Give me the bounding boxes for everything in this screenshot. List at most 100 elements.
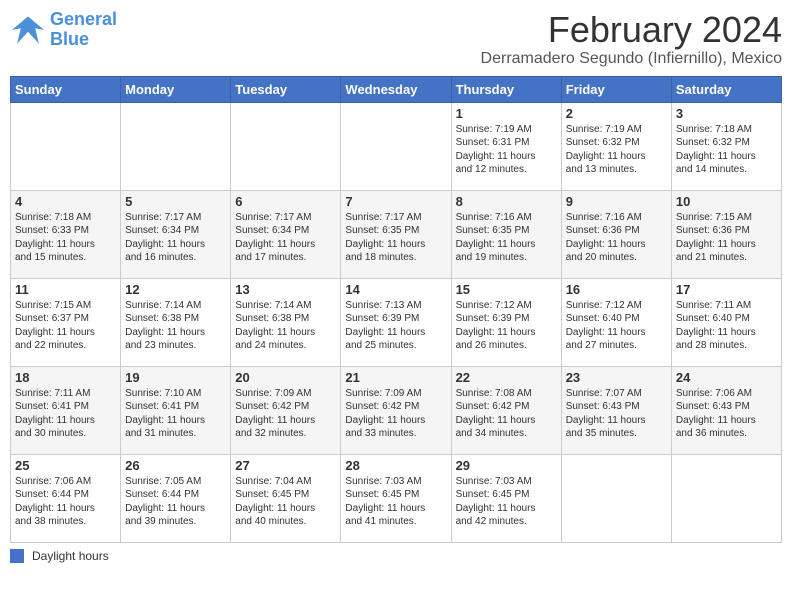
day-number: 28 (345, 458, 446, 473)
day-info: Sunrise: 7:06 AM Sunset: 6:43 PM Dayligh… (676, 387, 777, 441)
calendar-cell (11, 102, 121, 190)
calendar-cell: 27Sunrise: 7:04 AM Sunset: 6:45 PM Dayli… (231, 454, 341, 542)
calendar-cell: 5 Sunrise: 7:17 AM Sunset: 6:34 PM Daylig… (121, 190, 231, 278)
calendar-cell: 25Sunrise: 7:06 AM Sunset: 6:44 PM Dayli… (11, 454, 121, 542)
calendar-cell: 29 Sunrise: 7:03 AM Sunset: 6:45 PM Dayli… (451, 454, 561, 542)
day-info: Sunrise: 7:18 AM Sunset: 6:33 PM Dayligh… (15, 211, 116, 265)
day-number: 3 (676, 106, 777, 121)
day-info: Sunrise: 7:16 AM Sunset: 6:36 PM Dayligh… (566, 211, 667, 265)
col-header-sunday: Sunday (11, 76, 121, 102)
day-number: 18 (15, 370, 116, 385)
day-info: Sunrise: 7:17 AM Sunset: 6:35 PM Dayligh… (345, 211, 446, 265)
day-number: 17 (676, 282, 777, 297)
calendar-cell: 19Sunrise: 7:10 AM Sunset: 6:41 PM Dayli… (121, 366, 231, 454)
month-title: February 2024 (481, 10, 782, 50)
day-number: 5 (125, 194, 226, 209)
day-number: 24 (676, 370, 777, 385)
day-number: 8 (456, 194, 557, 209)
col-header-thursday: Thursday (451, 76, 561, 102)
day-number: 2 (566, 106, 667, 121)
day-info: Sunrise: 7:17 AM Sunset: 6:34 PM Dayligh… (125, 211, 226, 265)
week-row-2: 4 Sunrise: 7:18 AM Sunset: 6:33 PM Daylig… (11, 190, 782, 278)
calendar-cell: 8 Sunrise: 7:16 AM Sunset: 6:35 PM Daylig… (451, 190, 561, 278)
day-info: Sunrise: 7:19 AM Sunset: 6:32 PM Dayligh… (566, 123, 667, 177)
day-number: 11 (15, 282, 116, 297)
day-info: Sunrise: 7:13 AM Sunset: 6:39 PM Dayligh… (345, 299, 446, 353)
day-number: 16 (566, 282, 667, 297)
calendar-cell: 18 Sunrise: 7:11 AM Sunset: 6:41 PM Dayli… (11, 366, 121, 454)
day-info: Sunrise: 7:15 AM Sunset: 6:37 PM Dayligh… (15, 299, 116, 353)
calendar-cell: 3 Sunrise: 7:18 AM Sunset: 6:32 PM Daylig… (671, 102, 781, 190)
day-number: 4 (15, 194, 116, 209)
calendar-cell: 16 Sunrise: 7:12 AM Sunset: 6:40 PM Dayli… (561, 278, 671, 366)
week-row-1: 1 Sunrise: 7:19 AM Sunset: 6:31 PM Daylig… (11, 102, 782, 190)
day-number: 26 (125, 458, 226, 473)
day-number: 10 (676, 194, 777, 209)
day-info: Sunrise: 7:07 AM Sunset: 6:43 PM Dayligh… (566, 387, 667, 441)
calendar-cell: 17Sunrise: 7:11 AM Sunset: 6:40 PM Dayli… (671, 278, 781, 366)
day-number: 14 (345, 282, 446, 297)
calendar-cell: 20Sunrise: 7:09 AM Sunset: 6:42 PM Dayli… (231, 366, 341, 454)
calendar-header: SundayMondayTuesdayWednesdayThursdayFrid… (11, 76, 782, 102)
day-info: Sunrise: 7:03 AM Sunset: 6:45 PM Dayligh… (456, 475, 557, 529)
week-row-3: 11 Sunrise: 7:15 AM Sunset: 6:37 PM Dayli… (11, 278, 782, 366)
day-info: Sunrise: 7:19 AM Sunset: 6:31 PM Dayligh… (456, 123, 557, 177)
calendar-cell: 24 Sunrise: 7:06 AM Sunset: 6:43 PM Dayli… (671, 366, 781, 454)
calendar-table: SundayMondayTuesdayWednesdayThursdayFrid… (10, 76, 782, 543)
col-header-tuesday: Tuesday (231, 76, 341, 102)
day-info: Sunrise: 7:10 AM Sunset: 6:41 PM Dayligh… (125, 387, 226, 441)
calendar-cell: 2 Sunrise: 7:19 AM Sunset: 6:32 PM Daylig… (561, 102, 671, 190)
calendar-cell: 4 Sunrise: 7:18 AM Sunset: 6:33 PM Daylig… (11, 190, 121, 278)
calendar-cell: 6 Sunrise: 7:17 AM Sunset: 6:34 PM Daylig… (231, 190, 341, 278)
day-number: 23 (566, 370, 667, 385)
calendar-cell: 22Sunrise: 7:08 AM Sunset: 6:42 PM Dayli… (451, 366, 561, 454)
calendar-cell: 13 Sunrise: 7:14 AM Sunset: 6:38 PM Dayli… (231, 278, 341, 366)
calendar-cell: 10 Sunrise: 7:15 AM Sunset: 6:36 PM Dayli… (671, 190, 781, 278)
day-number: 12 (125, 282, 226, 297)
day-number: 6 (235, 194, 336, 209)
day-info: Sunrise: 7:04 AM Sunset: 6:45 PM Dayligh… (235, 475, 336, 529)
calendar-cell: 15 Sunrise: 7:12 AM Sunset: 6:39 PM Dayli… (451, 278, 561, 366)
calendar-cell: 7 Sunrise: 7:17 AM Sunset: 6:35 PM Daylig… (341, 190, 451, 278)
calendar-cell: 14 Sunrise: 7:13 AM Sunset: 6:39 PM Dayli… (341, 278, 451, 366)
calendar-cell: 12 Sunrise: 7:14 AM Sunset: 6:38 PM Dayli… (121, 278, 231, 366)
logo: General Blue (10, 10, 117, 50)
day-info: Sunrise: 7:17 AM Sunset: 6:34 PM Dayligh… (235, 211, 336, 265)
day-info: Sunrise: 7:12 AM Sunset: 6:40 PM Dayligh… (566, 299, 667, 353)
day-info: Sunrise: 7:14 AM Sunset: 6:38 PM Dayligh… (125, 299, 226, 353)
day-info: Sunrise: 7:09 AM Sunset: 6:42 PM Dayligh… (345, 387, 446, 441)
day-info: Sunrise: 7:18 AM Sunset: 6:32 PM Dayligh… (676, 123, 777, 177)
day-info: Sunrise: 7:08 AM Sunset: 6:42 PM Dayligh… (456, 387, 557, 441)
day-info: Sunrise: 7:12 AM Sunset: 6:39 PM Dayligh… (456, 299, 557, 353)
day-number: 1 (456, 106, 557, 121)
day-info: Sunrise: 7:14 AM Sunset: 6:38 PM Dayligh… (235, 299, 336, 353)
calendar-cell: 28 Sunrise: 7:03 AM Sunset: 6:45 PM Dayli… (341, 454, 451, 542)
calendar-cell: 11 Sunrise: 7:15 AM Sunset: 6:37 PM Dayli… (11, 278, 121, 366)
day-info: Sunrise: 7:03 AM Sunset: 6:45 PM Dayligh… (345, 475, 446, 529)
day-number: 25 (15, 458, 116, 473)
day-info: Sunrise: 7:16 AM Sunset: 6:35 PM Dayligh… (456, 211, 557, 265)
calendar-cell (231, 102, 341, 190)
calendar-cell (121, 102, 231, 190)
week-row-4: 18 Sunrise: 7:11 AM Sunset: 6:41 PM Dayli… (11, 366, 782, 454)
day-info: Sunrise: 7:11 AM Sunset: 6:41 PM Dayligh… (15, 387, 116, 441)
title-area: February 2024 Derramadero Segundo (Infie… (481, 10, 782, 68)
legend-color-box (10, 549, 24, 563)
calendar-cell: 23 Sunrise: 7:07 AM Sunset: 6:43 PM Dayli… (561, 366, 671, 454)
day-number: 29 (456, 458, 557, 473)
calendar-cell (561, 454, 671, 542)
location-title: Derramadero Segundo (Infiernillo), Mexic… (481, 50, 782, 68)
day-info: Sunrise: 7:15 AM Sunset: 6:36 PM Dayligh… (676, 211, 777, 265)
day-number: 21 (345, 370, 446, 385)
col-header-wednesday: Wednesday (341, 76, 451, 102)
week-row-5: 25Sunrise: 7:06 AM Sunset: 6:44 PM Dayli… (11, 454, 782, 542)
day-number: 7 (345, 194, 446, 209)
day-number: 15 (456, 282, 557, 297)
calendar-cell: 1 Sunrise: 7:19 AM Sunset: 6:31 PM Daylig… (451, 102, 561, 190)
calendar-cell: 21 Sunrise: 7:09 AM Sunset: 6:42 PM Dayli… (341, 366, 451, 454)
day-number: 13 (235, 282, 336, 297)
col-header-friday: Friday (561, 76, 671, 102)
col-header-saturday: Saturday (671, 76, 781, 102)
calendar-cell: 26Sunrise: 7:05 AM Sunset: 6:44 PM Dayli… (121, 454, 231, 542)
calendar-cell (341, 102, 451, 190)
